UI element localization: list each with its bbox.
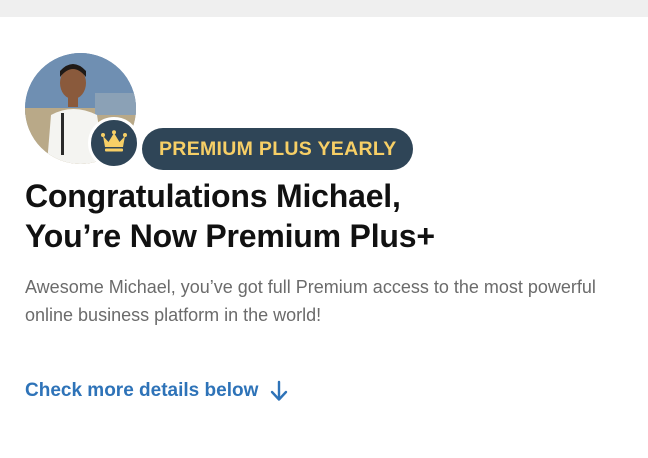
arrow-down-icon <box>270 380 288 402</box>
check-details-label: Check more details below <box>25 380 259 401</box>
avatar-row: PREMIUM PLUS YEARLY <box>25 53 625 170</box>
top-divider-strip <box>0 0 648 17</box>
crown-icon <box>101 129 127 157</box>
crown-badge <box>88 117 140 169</box>
subtext: Awesome Michael, you’ve got full Premium… <box>25 277 596 325</box>
headline-line-2: You’re Now Premium Plus+ <box>25 218 435 254</box>
premium-confirmation-card: PREMIUM PLUS YEARLY Congratulations Mich… <box>25 53 625 402</box>
page-title: Congratulations Michael, You’re Now Prem… <box>25 176 625 256</box>
headline-line-1: Congratulations Michael, <box>25 178 401 214</box>
plan-badge: PREMIUM PLUS YEARLY <box>142 128 413 170</box>
check-details-link[interactable]: Check more details below <box>25 380 288 402</box>
